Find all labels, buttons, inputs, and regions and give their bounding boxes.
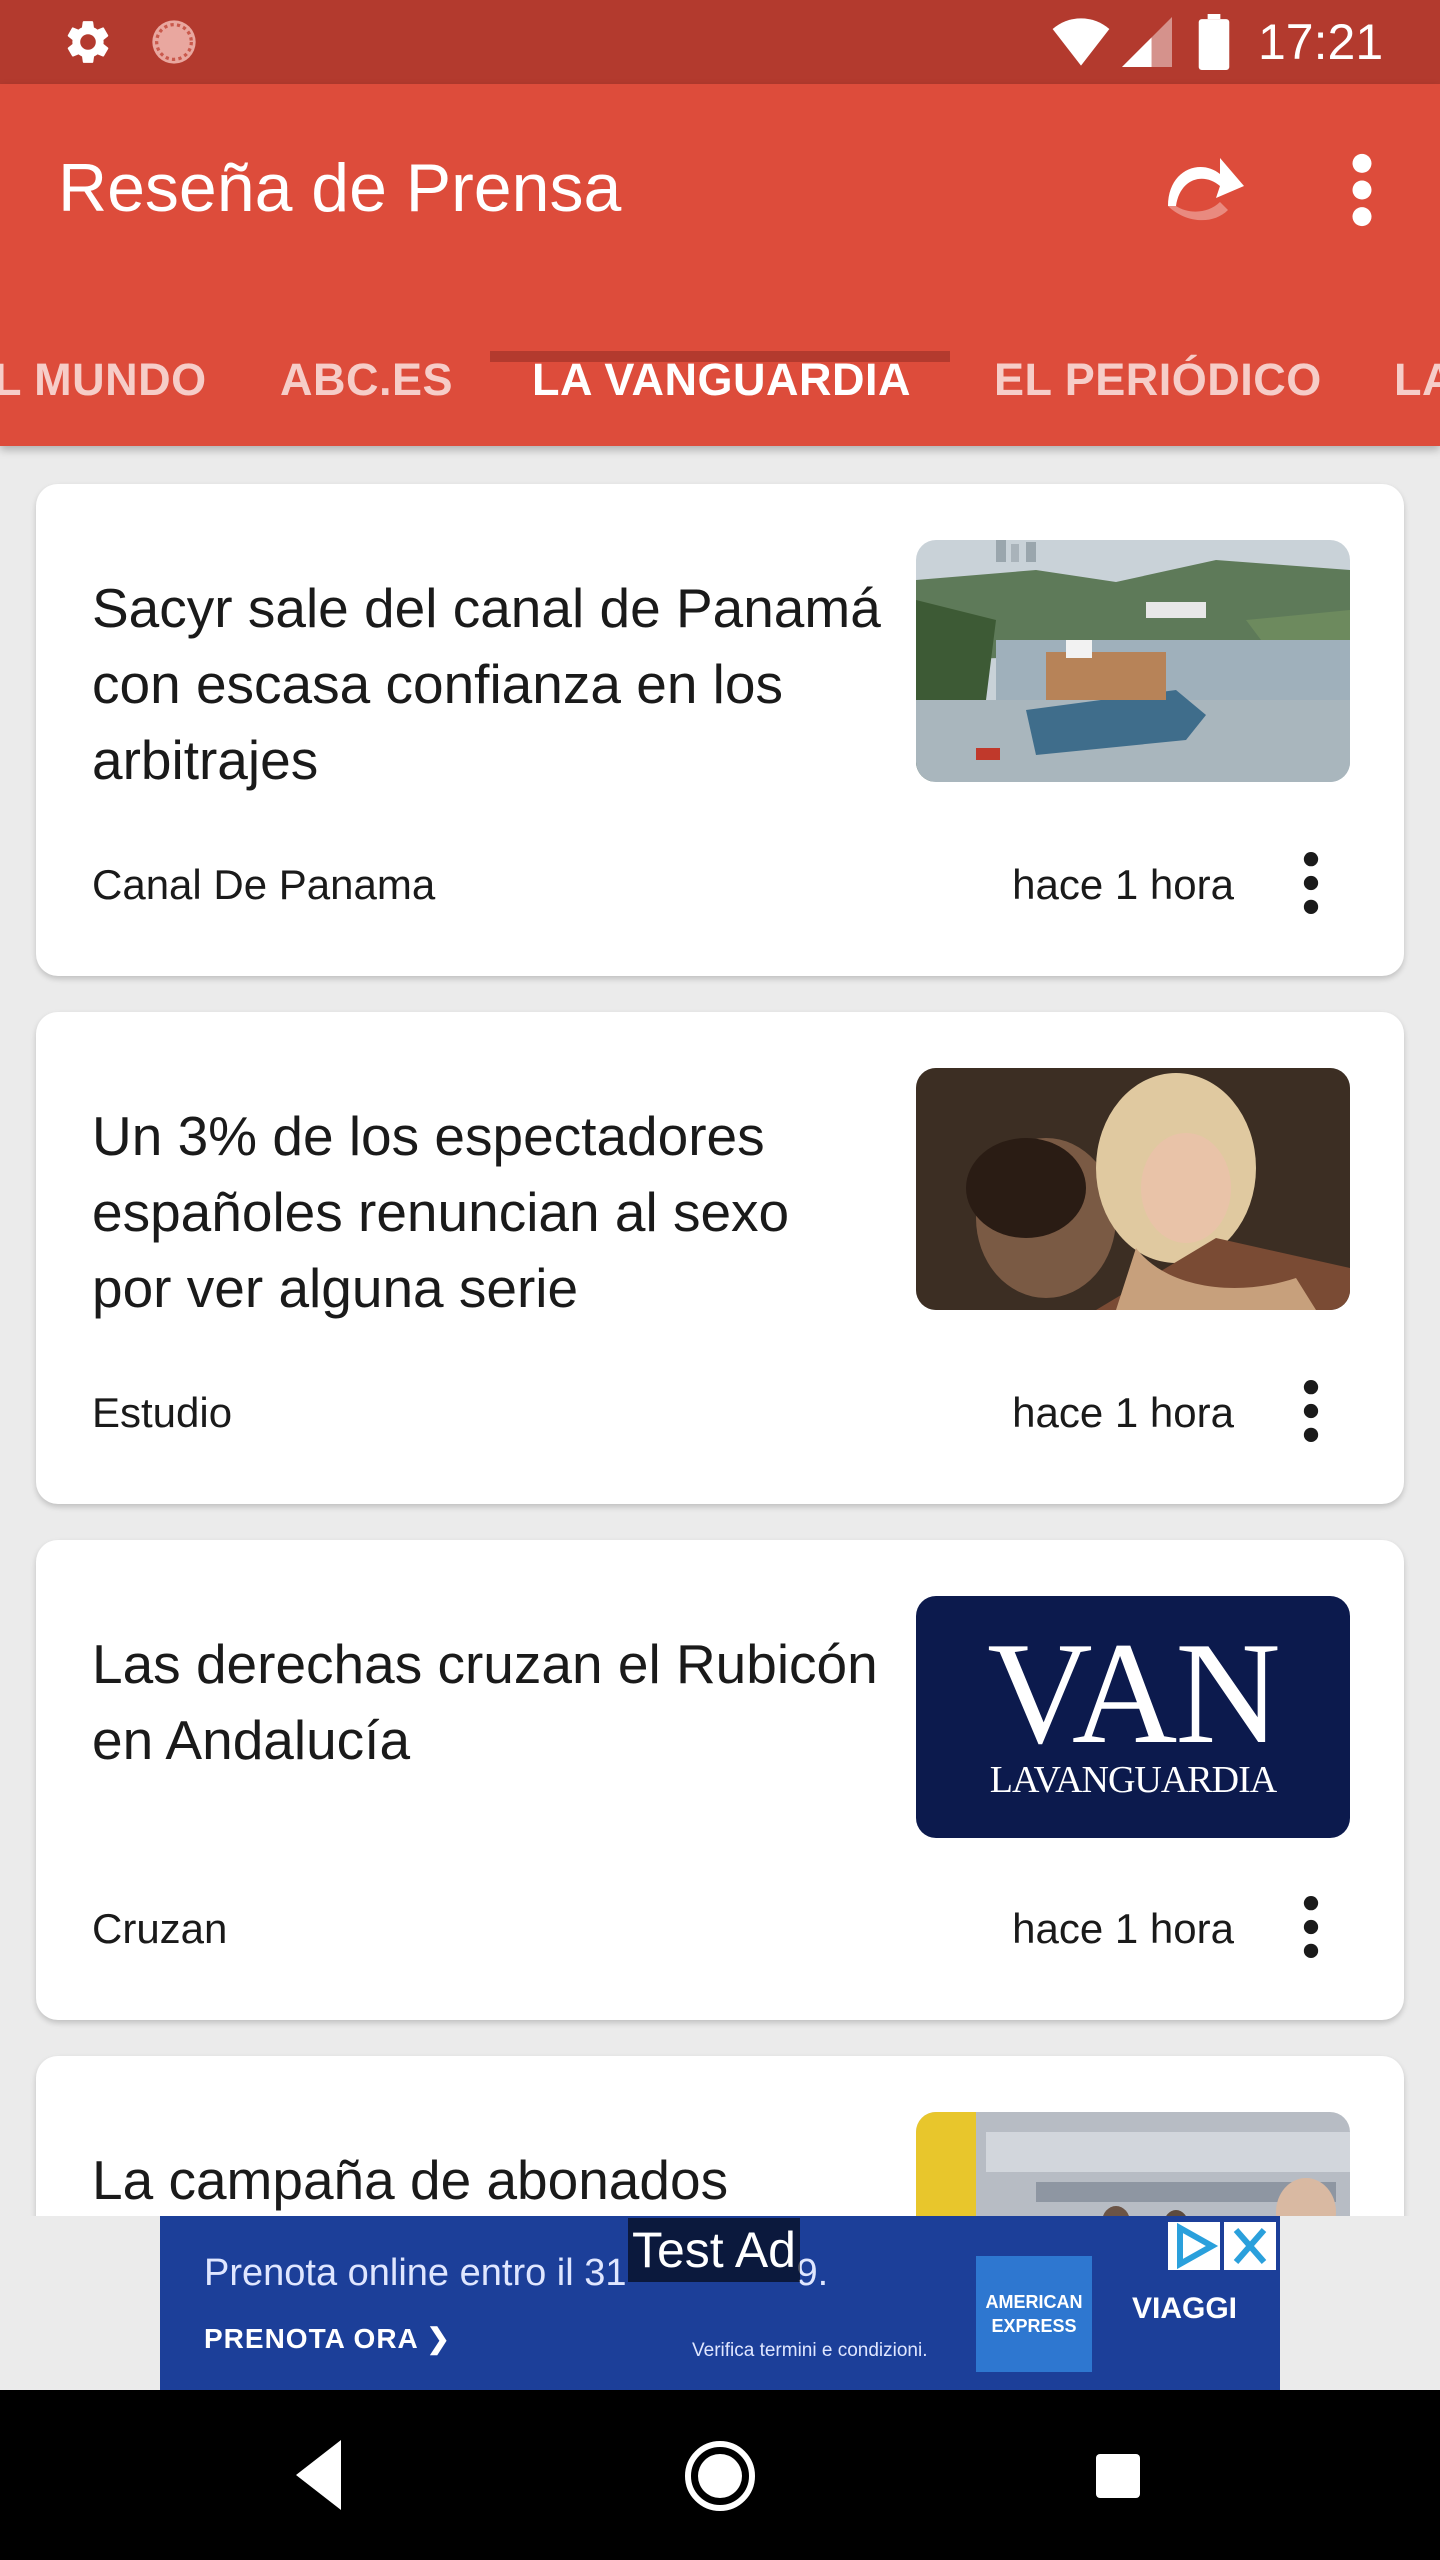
article-thumbnail	[916, 2112, 1350, 2216]
amex-line2: EXPRESS	[991, 2316, 1077, 2336]
adchoices-icon[interactable]	[1168, 2222, 1220, 2270]
status-bar: 17:21	[0, 0, 1440, 84]
logo-big-text: VAN	[987, 1612, 1281, 1774]
article-tag[interactable]: Estudio	[92, 1388, 232, 1438]
wifi-icon	[1052, 18, 1110, 66]
recents-icon[interactable]	[1096, 2454, 1140, 2498]
article-thumbnail	[916, 1068, 1350, 1310]
article-time: hace 1 hora	[1012, 861, 1234, 908]
article-headline: Un 3% de los espectadores españoles renu…	[92, 1105, 790, 1319]
tab-la-vanguardia[interactable]: LA VANGUARDIA	[532, 314, 911, 446]
tab-abc[interactable]: ABC.ES	[280, 314, 453, 446]
tab-el-mundo[interactable]: L MUNDO	[0, 314, 207, 446]
battery-icon	[1198, 14, 1230, 70]
ad-disclaimer: Verifica termini e condizioni.	[692, 2340, 928, 2361]
ad-product: VIAGGI	[1132, 2292, 1238, 2325]
article-card[interactable]: Las derechas cruzan el Rubicón en Andalu…	[36, 1540, 1404, 2020]
ad-cta-label: PRENOTA ORA	[204, 2323, 418, 2354]
article-headline: Las derechas cruzan el Rubicón en Andalu…	[92, 1633, 878, 1771]
signal-icon	[1122, 17, 1172, 67]
article-tag[interactable]: Canal De Panama	[92, 860, 435, 910]
article-time: hace 1 hora	[1012, 1389, 1234, 1436]
panama-canal-ship-photo	[916, 540, 1350, 782]
article-card[interactable]: La campaña de abonados	[36, 2056, 1404, 2216]
ad-close-icon[interactable]	[1224, 2222, 1276, 2270]
tab-el-periodico[interactable]: EL PERIÓDICO	[994, 314, 1322, 446]
article-headline: La campaña de abonados	[92, 2149, 729, 2211]
article-card[interactable]: Un 3% de los espectadores españoles renu…	[36, 1012, 1404, 1504]
article-headline: Sacyr sale del canal de Panamá con escas…	[92, 577, 881, 791]
status-time: 17:21	[1258, 14, 1384, 70]
article-thumbnail	[916, 540, 1350, 782]
more-vert-icon[interactable]	[1340, 152, 1384, 228]
tab-la-next[interactable]: LA	[1394, 314, 1440, 446]
tab-indicator	[490, 351, 950, 362]
article-tag[interactable]: Cruzan	[92, 1904, 227, 1954]
test-ad-badge: Test Ad	[628, 2218, 800, 2282]
article-card[interactable]: Sacyr sale del canal de Panamá con escas…	[36, 484, 1404, 976]
source-tabs: L MUNDO ABC.ES LA VANGUARDIA EL PERIÓDIC…	[0, 314, 1440, 446]
chevron-right-icon: ❯	[426, 2323, 451, 2354]
la-vanguardia-logo: VAN LAVANGUARDIA	[916, 1596, 1350, 1838]
gear-icon	[67, 21, 109, 63]
ad-line1-tail: 9.	[796, 2252, 829, 2294]
refresh-icon[interactable]	[1160, 146, 1248, 226]
article-time: hace 1 hora	[1012, 1905, 1234, 1952]
ad-line1-start: Prenota online entro il 31	[204, 2252, 627, 2294]
home-icon[interactable]	[684, 2440, 756, 2512]
sync-icon	[152, 20, 196, 64]
tv-series-couple-photo	[916, 1068, 1350, 1310]
office-people-photo	[916, 2112, 1350, 2216]
logo-small-text: LAVANGUARDIA	[989, 1759, 1277, 1801]
back-icon[interactable]	[296, 2440, 346, 2510]
amex-line1: AMERICAN	[985, 2292, 1083, 2312]
card-more-icon[interactable]	[1298, 1896, 1324, 1958]
app-bar: Reseña de Prensa L MUNDO ABC.ES LA VANGU…	[0, 84, 1440, 446]
card-more-icon[interactable]	[1298, 852, 1324, 914]
amex-logo: AMERICAN EXPRESS	[976, 2256, 1092, 2372]
card-more-icon[interactable]	[1298, 1380, 1324, 1442]
app-title: Reseña de Prensa	[58, 150, 622, 226]
system-nav-bar	[0, 2390, 1440, 2560]
ad-cta[interactable]: PRENOTA ORA ❯	[204, 2322, 451, 2355]
article-feed[interactable]: Sacyr sale del canal de Panamá con escas…	[0, 446, 1440, 2216]
